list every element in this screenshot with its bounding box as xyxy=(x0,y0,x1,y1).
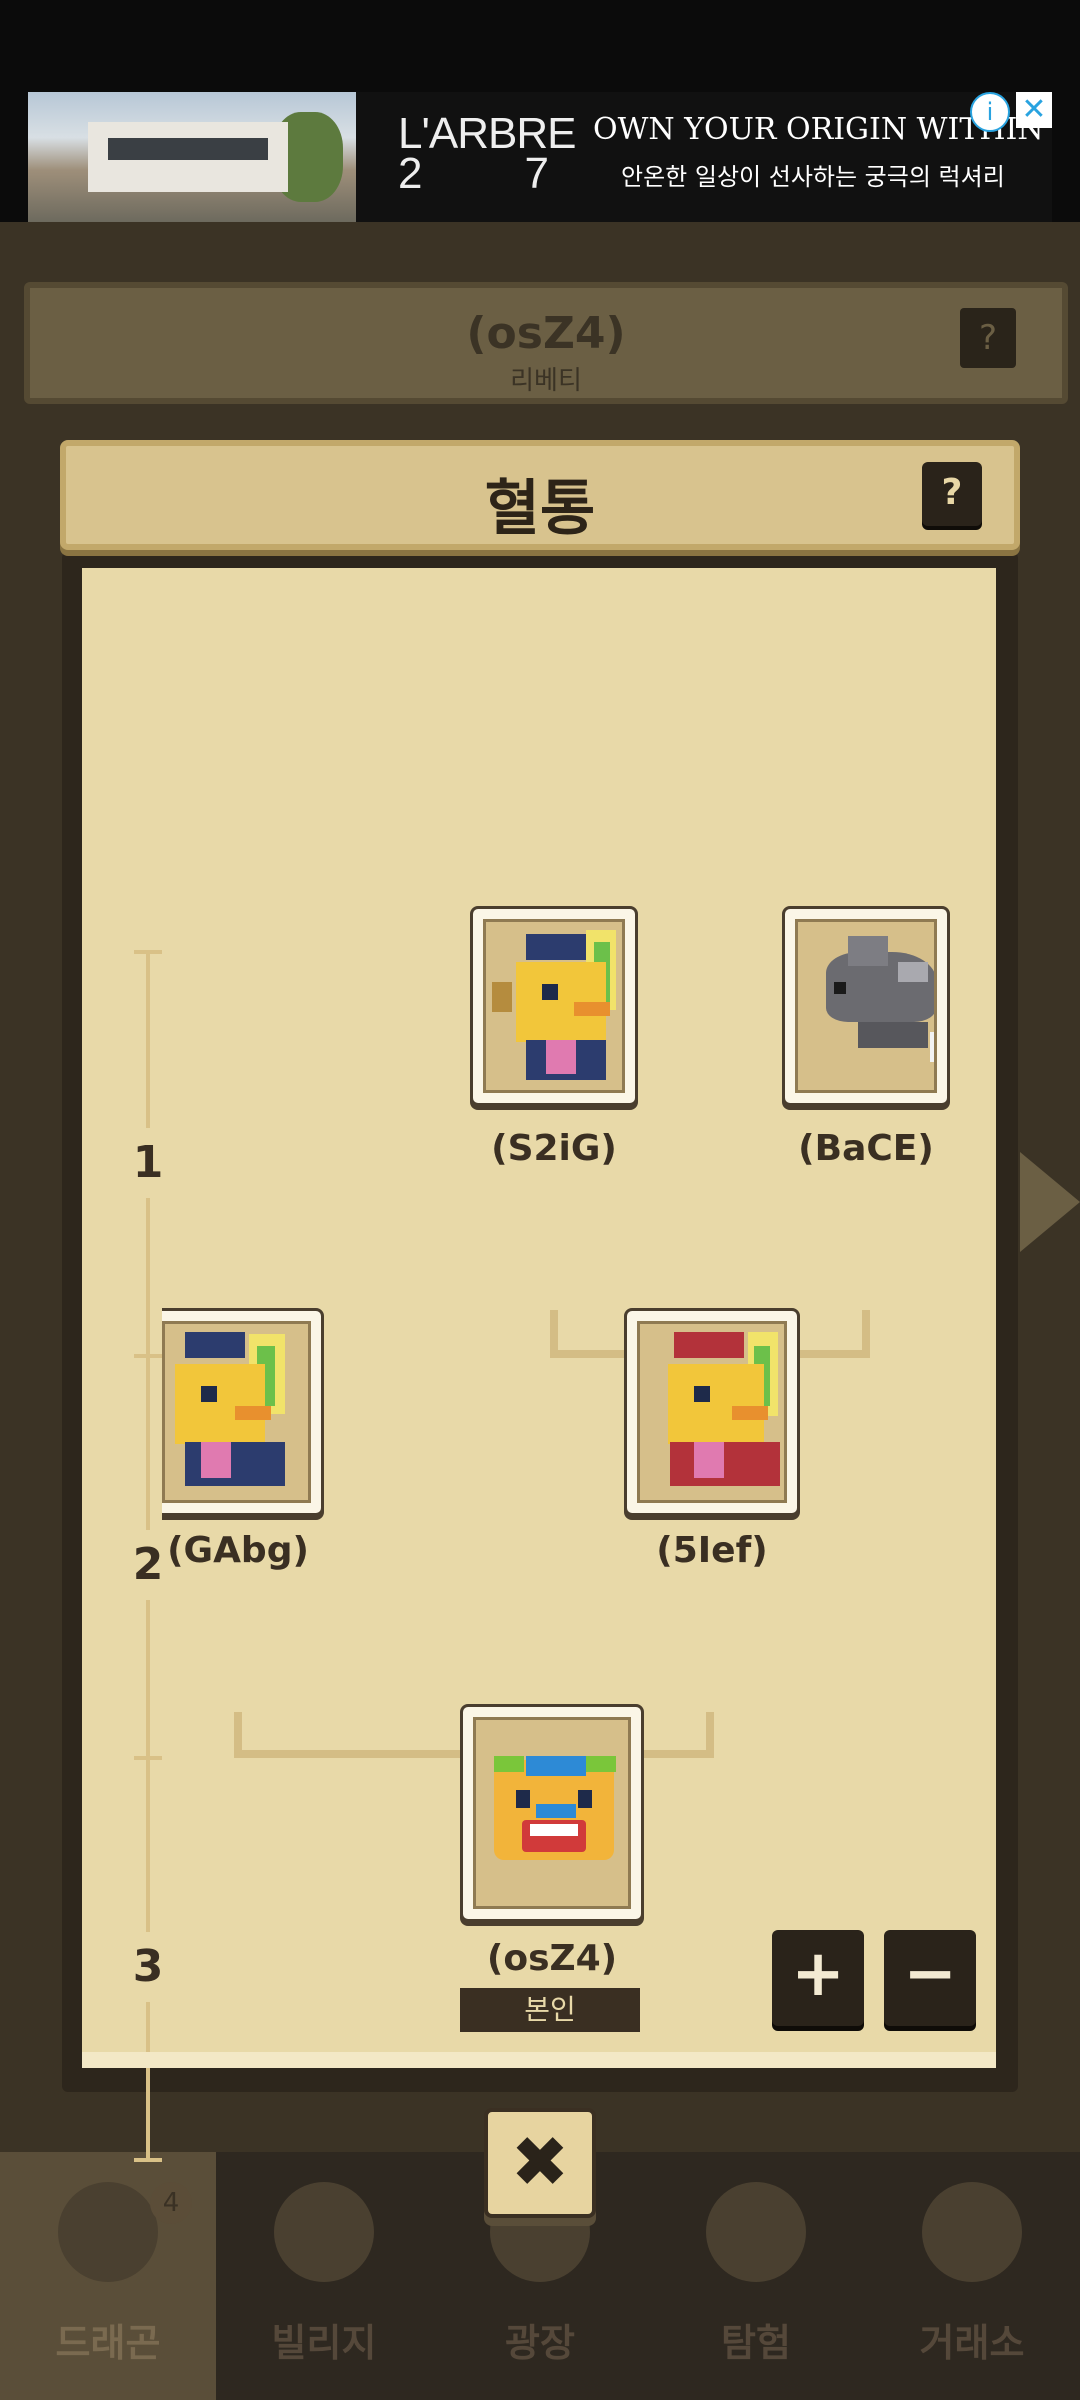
dragon-portrait xyxy=(795,919,937,1093)
ancestor-name: (BaCE) xyxy=(798,1128,934,1169)
axis-tick xyxy=(134,950,162,954)
lineage-modal: 1 2 3 (S2iG) (BaCE) (GAbg) (5Ief) (osZ4)… xyxy=(60,440,1020,2162)
axis-tick xyxy=(134,2158,162,2162)
village-icon xyxy=(274,2182,374,2282)
compass-icon xyxy=(706,2182,806,2282)
self-badge: 본인 xyxy=(460,1988,640,2032)
exchange-icon xyxy=(922,2182,1022,2282)
ancestor-card-5ief[interactable] xyxy=(624,1308,800,1516)
nav-label: 광장 xyxy=(505,2321,575,2365)
axis-tick xyxy=(134,1354,162,1358)
dragon-subtitle: 리베티 xyxy=(510,366,582,396)
ad-close-icon[interactable]: ✕ xyxy=(1016,92,1052,128)
close-button[interactable]: ✖ xyxy=(484,2108,596,2218)
nav-item-village: 빌리지 xyxy=(216,2152,432,2400)
ancestor-card-s2ig[interactable] xyxy=(470,906,638,1106)
lineage-panel[interactable]: 1 2 3 (S2iG) (BaCE) (GAbg) (5Ief) (osZ4)… xyxy=(82,568,996,2162)
nav-label: 거래소 xyxy=(919,2321,1025,2365)
dragon-portrait xyxy=(483,919,625,1093)
zoom-in-button[interactable]: + xyxy=(772,1930,864,2026)
nav-item-dragon: 4 드래곤 xyxy=(0,2152,216,2400)
ad-subline: 안온한 일상이 선사하는 궁극의 럭셔리 xyxy=(621,163,1005,191)
dragon-icon xyxy=(58,2182,158,2282)
ad-image[interactable] xyxy=(28,92,356,222)
ancestor-name: (GAbg) xyxy=(167,1530,309,1571)
nav-label: 빌리지 xyxy=(271,2321,377,2365)
self-name: (osZ4) xyxy=(486,1938,618,1979)
ancestor-card-bace[interactable] xyxy=(782,906,950,1106)
panel-bottom-edge xyxy=(82,2052,996,2068)
dragon-header: (osZ4) 리베티 ? xyxy=(24,282,1068,404)
nav-label: 드래곤 xyxy=(55,2321,161,2365)
generation-label-1: 1 xyxy=(122,1128,174,1198)
ancestor-card-gabg[interactable] xyxy=(162,1308,324,1516)
ad-info-icon[interactable]: i xyxy=(970,92,1010,132)
dragon-portrait xyxy=(637,1321,787,1503)
ad-brand-name: L'ARBRE xyxy=(398,109,576,158)
help-icon: ? xyxy=(960,308,1016,368)
nav-label: 탐험 xyxy=(721,2321,791,2365)
ancestor-name: (5Ief) xyxy=(656,1530,768,1571)
generation-label-3: 3 xyxy=(122,1932,174,2002)
axis-tick xyxy=(134,1756,162,1760)
ancestor-name: (S2iG) xyxy=(491,1128,617,1169)
self-card-osz4[interactable] xyxy=(460,1704,644,1922)
modal-header: 혈통 ? xyxy=(60,440,1020,550)
help-button[interactable]: ? xyxy=(922,462,982,526)
modal-title: 혈통 xyxy=(484,474,596,544)
dragon-name: (osZ4) xyxy=(466,308,626,359)
arrow-right-icon xyxy=(1020,1152,1080,1252)
nav-item-explore: 탐험 xyxy=(648,2152,864,2400)
nav-item-exchange: 거래소 xyxy=(864,2152,1080,2400)
dragon-portrait xyxy=(162,1321,311,1503)
ad-banner[interactable]: L'ARBRE 27 OWN YOUR ORIGIN WITHIN 안온한 일상… xyxy=(28,92,1052,222)
ad-brand-logo: L'ARBRE 27 xyxy=(398,109,576,198)
zoom-out-button[interactable]: − xyxy=(884,1930,976,2026)
notification-badge: 4 xyxy=(150,2182,192,2224)
dragon-portrait xyxy=(473,1717,631,1909)
